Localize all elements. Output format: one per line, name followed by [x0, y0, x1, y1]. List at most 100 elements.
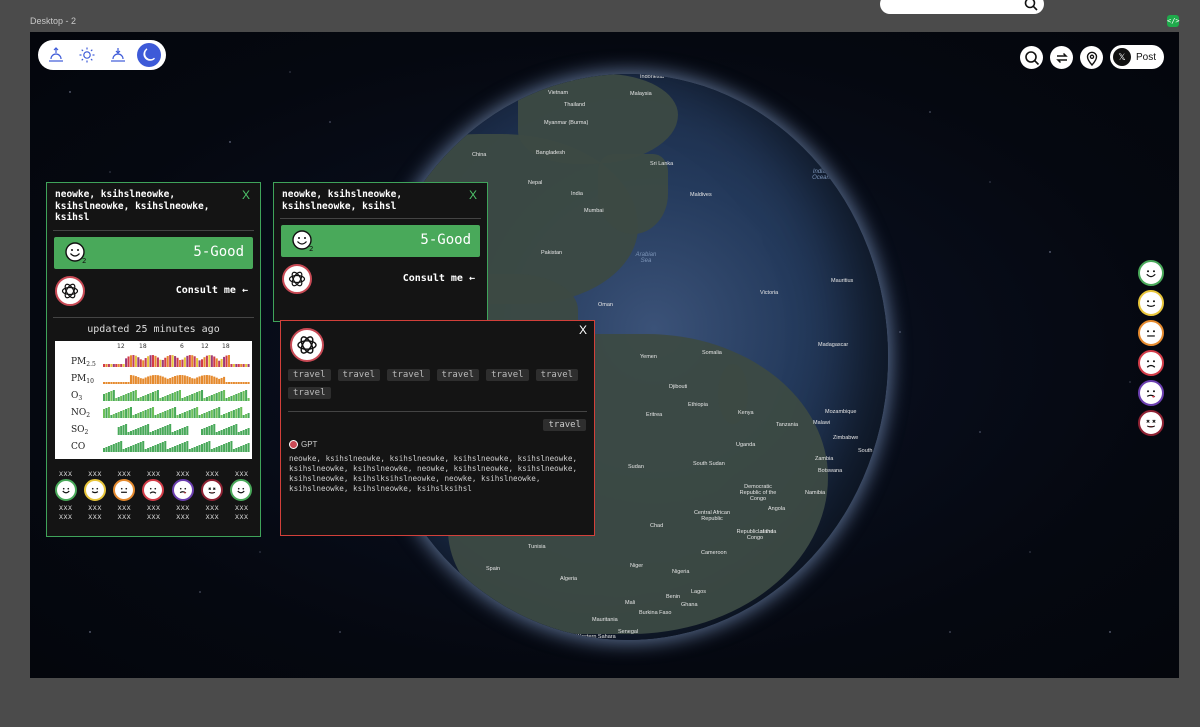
gpt-response-text: neowke, ksihslneowke, ksihslneowke, ksih… — [289, 454, 578, 493]
pollutant-bar — [142, 440, 145, 452]
pollutant-bar — [210, 394, 213, 401]
topic-tag[interactable]: travel — [535, 369, 579, 381]
location-button[interactable] — [1080, 46, 1103, 69]
pollutant-bar — [115, 412, 118, 418]
topic-tag[interactable]: travel — [387, 369, 430, 381]
forecast-day[interactable]: xxx xxx xxx — [229, 469, 254, 521]
topic-tag[interactable]: travel — [486, 369, 529, 381]
close-button[interactable]: X — [579, 323, 587, 337]
night-button[interactable] — [136, 43, 161, 67]
pollutant-bar — [120, 381, 123, 384]
pollutant-bar — [240, 381, 243, 384]
pollutant-bar — [117, 381, 120, 384]
pollutant-bar — [103, 408, 106, 418]
pollutant-bar — [176, 374, 179, 384]
pollutant-bar — [230, 425, 233, 435]
sun-button[interactable] — [75, 43, 99, 67]
swap-arrows-icon — [1055, 52, 1068, 63]
pollutant-bar — [176, 414, 179, 418]
forecast-day[interactable]: xxx xxx xxx — [170, 469, 195, 521]
map-label: Lagos — [691, 589, 706, 595]
pollutant-bar — [115, 442, 118, 452]
pollutant-bar — [220, 358, 223, 367]
pollutant-bar — [235, 363, 238, 367]
forecast-day[interactable]: xxx xxx xxx — [112, 469, 137, 521]
map-canvas[interactable]: Philippines Vietnam Malaysia Indonesia T… — [30, 32, 1179, 678]
pollutant-bar — [245, 443, 248, 452]
forecast-top-text: xxx — [234, 468, 249, 478]
aqi-legend-unhealthy-icon[interactable] — [1138, 350, 1164, 376]
pollutant-bar — [191, 408, 194, 418]
forecast-day[interactable]: xxx xxx xxx — [82, 469, 107, 521]
close-button[interactable]: X — [242, 188, 250, 202]
sunrise-button[interactable] — [44, 43, 68, 67]
openai-logo-icon[interactable] — [282, 264, 312, 294]
map-label: Angola — [768, 506, 786, 512]
pollutant-bar — [242, 390, 245, 401]
pollutant-bar — [105, 392, 108, 401]
map-label: China — [472, 152, 487, 158]
forecast-day[interactable]: xxx xxx xxx — [141, 469, 166, 521]
pollutant-bar — [122, 409, 125, 418]
pollutant-bar — [105, 363, 108, 367]
pollutant-bar — [166, 424, 169, 435]
pollutant-bar — [105, 381, 108, 384]
pollutant-bar — [242, 444, 245, 452]
forecast-bottom-text: xxx xxx — [117, 502, 131, 521]
close-button[interactable]: X — [469, 188, 477, 202]
pollutant-bar — [242, 414, 245, 418]
topic-tag[interactable]: travel — [288, 369, 331, 381]
source-label: GPT — [301, 440, 318, 449]
map-label: South Sudan — [693, 461, 725, 467]
consult-me-link[interactable]: Consult me ← — [176, 285, 248, 296]
aqi-legend-usg-icon[interactable] — [1138, 320, 1164, 346]
topic-tag[interactable]: travel — [288, 387, 331, 399]
map-label: Zimbabwe — [833, 435, 859, 441]
pollutant-bar — [230, 440, 233, 452]
pollutant-bar — [191, 393, 194, 401]
consult-me-link[interactable]: Consult me ← — [403, 273, 475, 284]
pollutant-bar — [115, 397, 118, 401]
card-title: neowke, ksihslneowke, ksihslneowke, ksih… — [282, 189, 403, 212]
forecast-bottom-text: xxx xxx — [234, 502, 249, 521]
consult-row: Consult me ← — [47, 273, 260, 311]
pollutant-bar — [247, 412, 250, 418]
pollutant-bar — [171, 431, 174, 435]
pollutant-bar — [120, 395, 123, 401]
pollutant-bar — [159, 427, 162, 435]
forecast-day[interactable]: xxx xxx xxx — [53, 469, 78, 521]
pollutant-bar — [171, 407, 174, 418]
pollutant-bar — [127, 407, 130, 418]
aqi-legend-hazardous-icon[interactable] — [1138, 410, 1164, 436]
pollutant-bar — [225, 397, 228, 401]
gpt-advice-popup: X travel travel travel travel travel tra… — [280, 320, 595, 536]
pollutant-bar — [178, 359, 181, 367]
map-label: Vietnam — [548, 90, 569, 96]
aqi-legend-very-unhealthy-icon[interactable] — [1138, 380, 1164, 406]
aqi-legend-good-icon[interactable] — [1138, 260, 1164, 286]
map-label: Zambia — [815, 456, 834, 462]
pollutant-bar — [191, 377, 194, 384]
pollutant-bar — [149, 375, 152, 384]
pollutant-bar — [193, 407, 196, 418]
topic-tag[interactable]: travel — [337, 369, 381, 381]
gpt-avatar-icon — [289, 440, 298, 449]
post-to-x-button[interactable]: 𝕏 Post — [1110, 45, 1164, 69]
swap-button[interactable] — [1050, 46, 1073, 69]
aqi-legend-moderate-icon[interactable] — [1138, 290, 1164, 316]
openai-logo-icon[interactable] — [55, 275, 85, 306]
pollutant-bar — [144, 394, 147, 401]
hour-tick-label: 6 — [180, 343, 184, 350]
topic-tag[interactable]: travel — [436, 369, 480, 381]
search-button[interactable] — [1020, 46, 1043, 69]
code-embed-icon[interactable]: </> — [1167, 15, 1180, 27]
pollutant-bar — [129, 391, 132, 401]
top-search-input[interactable] — [880, 0, 1044, 14]
pollutant-bar — [154, 414, 157, 418]
forecast-day[interactable]: xxx xxx xxx — [200, 469, 225, 521]
moon-icon — [142, 48, 155, 61]
sunset-button[interactable] — [106, 43, 130, 67]
pollutant-bar — [122, 381, 125, 384]
aqi-status-bar: 2 5-Good — [54, 236, 253, 269]
pollutant-bar — [169, 447, 172, 452]
